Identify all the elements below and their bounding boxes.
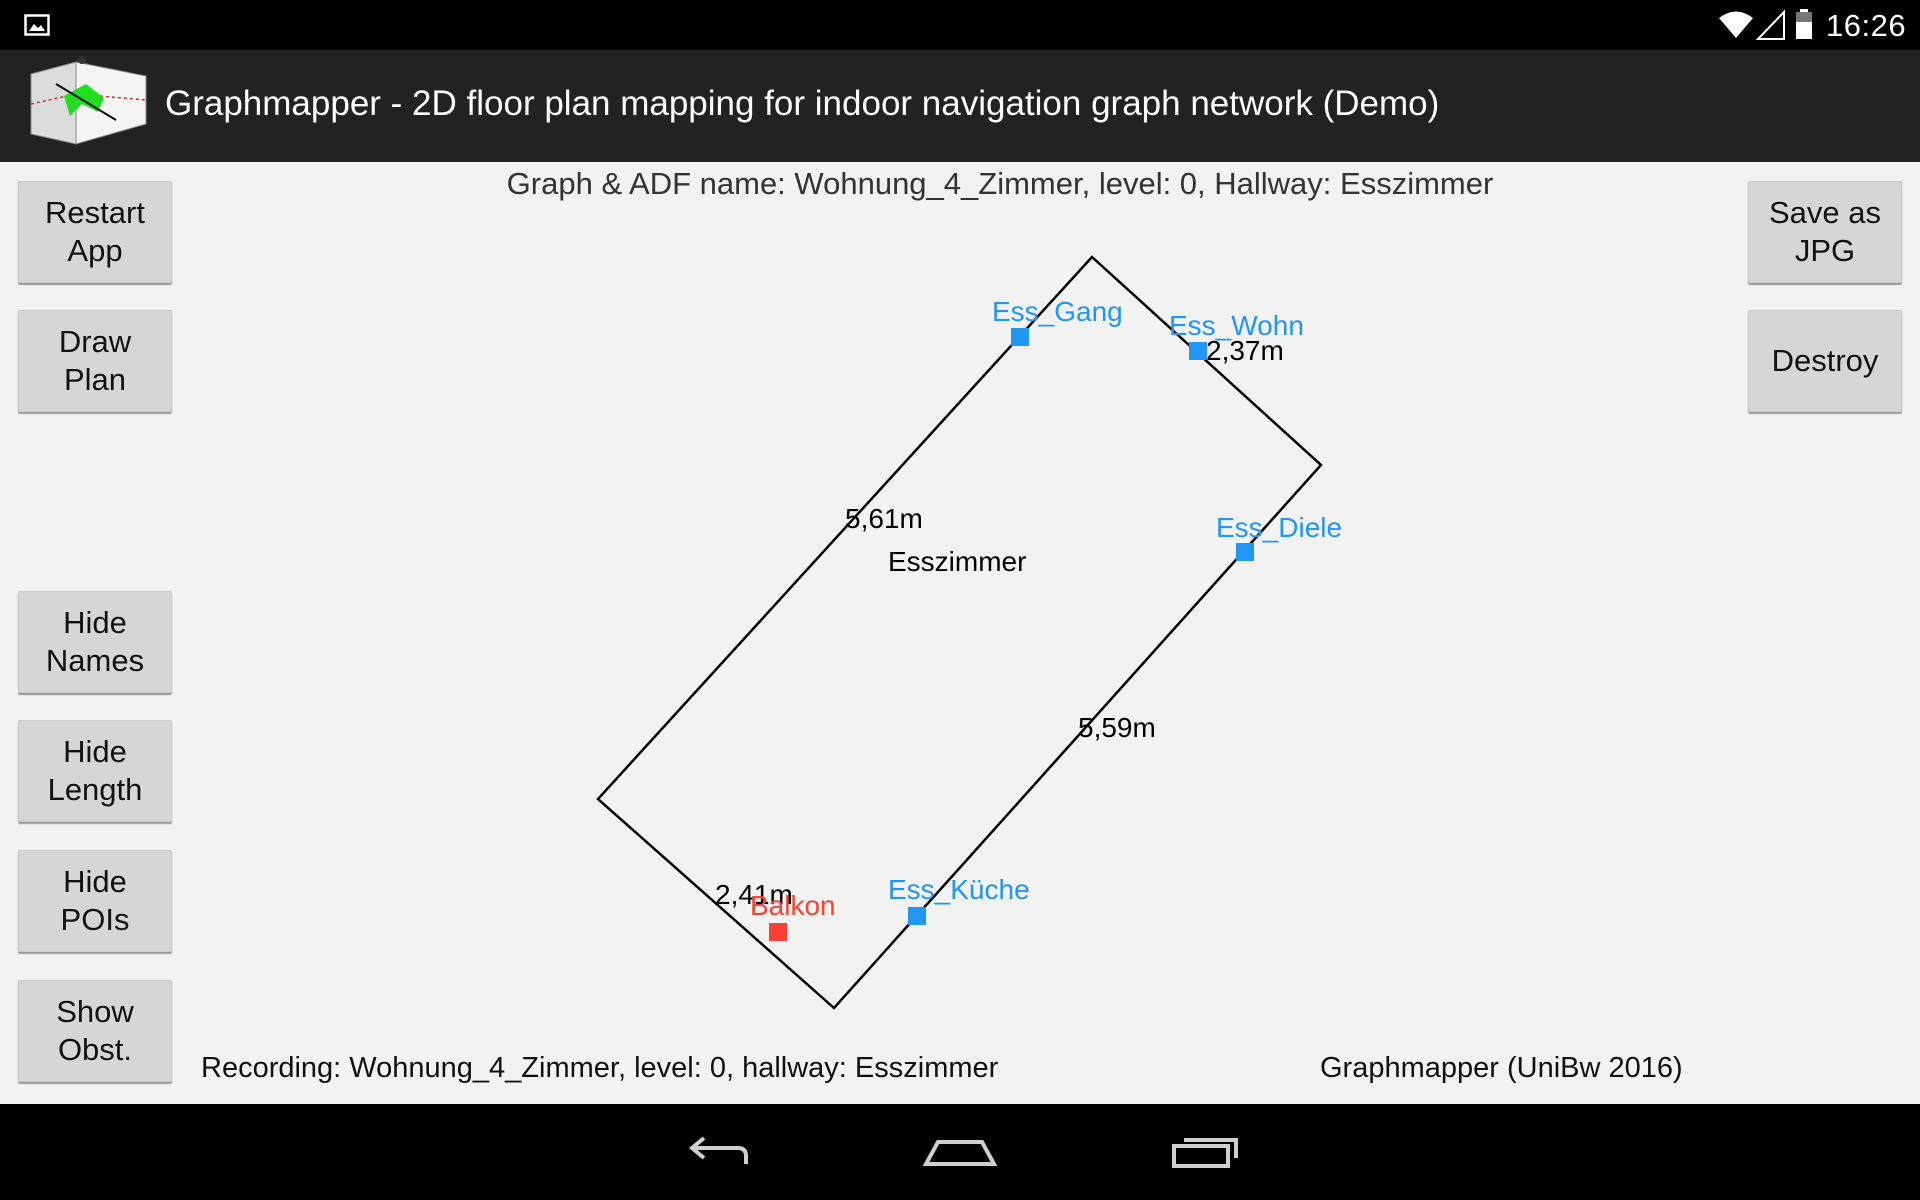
door-node-marker[interactable] <box>1236 543 1254 561</box>
hide-pois-button[interactable]: Hide POIs <box>18 850 172 952</box>
show-obstacles-button[interactable]: Show Obst. <box>18 980 172 1082</box>
status-time: 16:26 <box>1826 8 1907 43</box>
destroy-button[interactable]: Destroy <box>1748 310 1902 412</box>
wall-length-label: 5,61m <box>845 503 923 534</box>
door-node-label: Ess_Gang <box>992 296 1123 327</box>
door-node-label: Ess_Küche <box>888 874 1030 905</box>
app-logo-icon <box>30 56 147 145</box>
floor-plan-canvas[interactable]: 5,61m 5,59m 2,37m 2,41m Esszimmer Ess_Ga… <box>0 162 1920 1104</box>
room-name-label: Esszimmer <box>888 546 1026 577</box>
graph-info-text: Graph & ADF name: Wohnung_4_Zimmer, leve… <box>506 166 1494 201</box>
hide-length-button[interactable]: Hide Length <box>18 720 172 822</box>
recent-apps-icon[interactable] <box>1170 1126 1242 1176</box>
main-content: 5,61m 5,59m 2,37m 2,41m Esszimmer Ess_Ga… <box>0 162 1920 1104</box>
save-as-jpg-button[interactable]: Save as JPG <box>1748 181 1902 283</box>
app-title: Graphmapper - 2D floor plan mapping for … <box>165 84 1440 123</box>
door-node-label: Ess_Diele <box>1216 512 1342 543</box>
status-bar: 16:26 <box>0 0 1920 50</box>
door-node-marker[interactable] <box>1189 342 1207 360</box>
back-icon[interactable] <box>680 1126 754 1176</box>
navigation-bar <box>0 1104 1920 1200</box>
app-credit: Graphmapper (UniBw 2016) <box>1320 1052 1683 1084</box>
battery-icon <box>1796 9 1812 39</box>
door-node-marker[interactable] <box>1011 328 1029 346</box>
home-icon[interactable] <box>922 1126 998 1176</box>
graph-info-header: Graph & ADF name: Wohnung_4_Zimmer, leve… <box>0 166 1920 202</box>
wall-length-label: 5,59m <box>1078 712 1156 743</box>
recording-status: Recording: Wohnung_4_Zimmer, level: 0, h… <box>201 1052 999 1084</box>
poi-node-label: Balkon <box>750 890 836 921</box>
wifi-icon <box>1719 11 1753 38</box>
restart-app-button[interactable]: Restart App <box>18 181 172 283</box>
hide-names-button[interactable]: Hide Names <box>18 591 172 693</box>
poi-node-marker[interactable] <box>769 923 787 941</box>
gallery-notification-icon <box>24 14 50 36</box>
draw-plan-button[interactable]: Draw Plan <box>18 310 172 412</box>
door-node-marker[interactable] <box>908 907 926 925</box>
door-node-label: Ess_Wohn <box>1169 310 1304 341</box>
cell-signal-icon <box>1756 9 1785 40</box>
action-bar: Graphmapper - 2D floor plan mapping for … <box>0 50 1920 162</box>
